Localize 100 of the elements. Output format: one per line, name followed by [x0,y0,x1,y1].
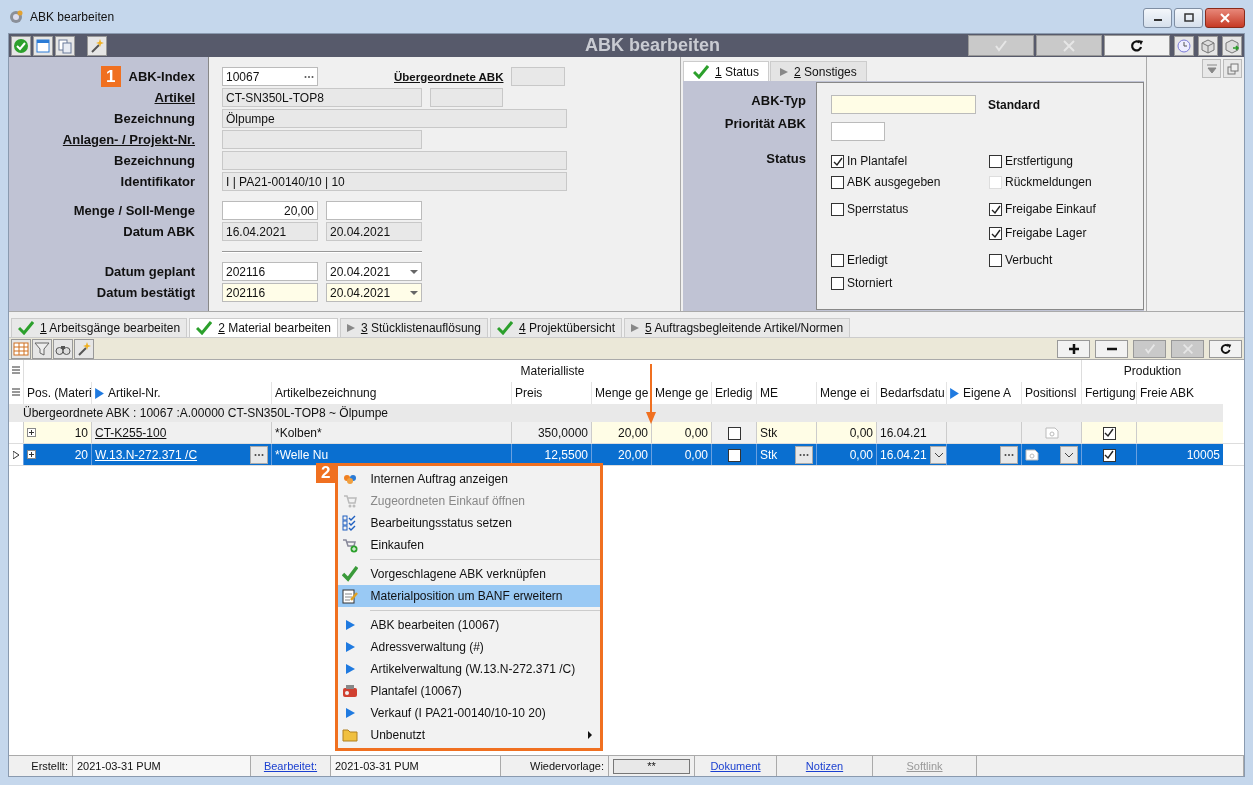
refresh-icon [1218,341,1233,356]
lookup-button[interactable] [795,445,813,464]
clock-button[interactable] [1174,35,1194,56]
input-field[interactable] [511,67,566,86]
field-label: Menge / Soll-Menge [73,203,195,218]
dropdown-button[interactable] [929,445,946,464]
checkmark-icon [13,37,29,54]
box-arrow-button[interactable] [1222,35,1242,56]
refresh-icon [1129,37,1145,54]
input-field[interactable]: 202116 [222,262,318,281]
input-field[interactable]: 20.04.2021 [326,283,422,302]
input-field[interactable]: 16.04.2021 [222,222,318,241]
tab[interactable]: 1 Status [683,61,770,81]
input-field[interactable]: 20.04.2021 [326,222,422,241]
tab[interactable]: 3 Stücklistenauflösung [339,318,488,337]
input-field[interactable] [222,130,422,149]
tab[interactable]: 2 Material bearbeiten [189,318,338,337]
expand-icon[interactable] [27,428,36,437]
input-field[interactable] [326,201,422,220]
row-pointer-icon [13,450,19,459]
cell-text[interactable]: W.13.N-272.371 /C [95,447,198,462]
filter-button[interactable] [32,338,52,359]
checkbox[interactable]: ABK ausgegeben [831,175,989,202]
tab[interactable]: 4 Projektübersicht [489,318,623,337]
input-field[interactable] [831,122,885,141]
column-chooser-icon[interactable] [12,366,20,376]
dropdown-button[interactable] [1060,445,1078,464]
wand-button[interactable] [87,35,107,56]
lookup-button[interactable] [1000,445,1018,464]
window-button[interactable] [33,35,53,56]
checkbox[interactable]: Verbucht [989,253,1129,276]
cell-text: 0,00 [849,447,873,462]
menu-item[interactable]: Adressverwaltung (#) [338,636,601,658]
add-button[interactable] [1057,339,1090,358]
input-field[interactable] [430,88,503,107]
save-button[interactable] [11,35,31,56]
box-button[interactable] [1198,35,1218,56]
play-icon [346,324,355,332]
menu-item[interactable]: ABK bearbeiten (10067) [338,614,601,636]
minimize-button[interactable] [1143,8,1172,28]
menu-item[interactable]: Einkaufen [338,534,601,556]
close-button[interactable] [1205,8,1245,28]
tab[interactable]: 2 Sonstiges [770,61,867,81]
checkbox[interactable] [1102,426,1116,440]
input-field[interactable]: CT-SN350L-TOP8 [222,88,422,107]
field-label: Bezeichnung [114,153,195,168]
table-row[interactable]: 10 CT-K255-100 *Kolben* 350,0000 20,00 0,00 Stk 0,00 16.04.21 [9,422,1244,444]
parent-link[interactable]: Übergeordnete ABK [394,70,504,83]
checkbox[interactable]: Erstfertigung [989,154,1129,175]
input-field[interactable]: 10067 [222,67,318,86]
expand-icon[interactable] [27,450,36,459]
checkbox[interactable]: Sperrstatus [831,202,989,226]
tab[interactable]: 5 Auftragsbegleitende Artikel/Normen [624,318,851,337]
checkmark-icon [342,566,359,582]
menu-item[interactable]: Verkauf (I PA21-00140/10-10 20) [338,702,601,724]
checkbox[interactable]: Erledigt [831,253,989,276]
status-text[interactable]: Dokument [710,760,761,772]
status-text[interactable]: Bearbeitet: [263,760,318,772]
menu-item[interactable]: Internen Auftrag anzeigen [338,468,601,490]
input-field[interactable]: 20.04.2021 [326,262,422,281]
checkbox[interactable]: Storniert [831,276,989,297]
copy-button[interactable] [55,35,75,56]
lookup-button[interactable] [250,445,268,464]
column-chooser-icon[interactable] [12,388,20,398]
input-field[interactable] [831,95,976,114]
checkbox[interactable] [727,426,741,440]
checkbox[interactable] [727,448,741,462]
menu-item[interactable]: Plantafel (10067) [338,680,601,702]
menu-item[interactable]: Unbenutzt [338,724,601,746]
menu-item[interactable]: Artikelverwaltung (W.13.N-272.371 /C) [338,658,601,680]
menu-item[interactable]: Materialposition um BANF erweitern [338,585,601,607]
refresh-button[interactable] [1104,35,1170,56]
field-label[interactable]: Artikel [154,90,195,105]
checkbox[interactable]: In Plantafel [831,154,989,175]
maximize-button[interactable] [1174,8,1203,28]
grid-button[interactable] [11,338,31,359]
binoculars-button[interactable] [53,338,73,359]
input-field[interactable]: 20,00 [222,201,318,220]
tab[interactable]: 1 Arbeitsgänge bearbeiten [11,318,188,337]
menu-item[interactable]: Bearbeitungsstatus setzen [338,512,601,534]
input-field[interactable]: Ölpumpe [222,109,567,128]
checkbox[interactable] [1102,448,1116,462]
wand-button[interactable] [74,338,94,359]
table-row[interactable]: 20 W.13.N-272.371 /C *Welle Nu 12,5500 20,00 0,00 Stk 0,00 16.04.21 10005 [9,444,1244,466]
input-field[interactable]: I | PA21-00140/10 | 10 [222,172,567,191]
reminder-button[interactable]: ** [613,758,690,774]
input-field[interactable]: 202116 [222,283,318,302]
caret-icon [933,451,944,458]
collapse-button[interactable] [1202,59,1221,78]
field-label[interactable]: Anlagen- / Projekt-Nr. [62,132,195,147]
checkbox[interactable]: Freigabe Lager [989,226,1129,253]
remove-button[interactable] [1095,339,1128,358]
checkbox[interactable]: Freigabe Einkauf [989,202,1129,226]
box-arrow-icon [1224,37,1240,54]
menu-item[interactable]: Vorgeschlagene ABK verknüpfen [338,563,601,585]
restore-button[interactable] [1223,59,1242,78]
cell-text[interactable]: CT-K255-100 [95,425,167,440]
input-field[interactable] [222,151,567,170]
status-text[interactable]: Notizen [805,760,844,772]
refresh-button[interactable] [1209,339,1242,358]
